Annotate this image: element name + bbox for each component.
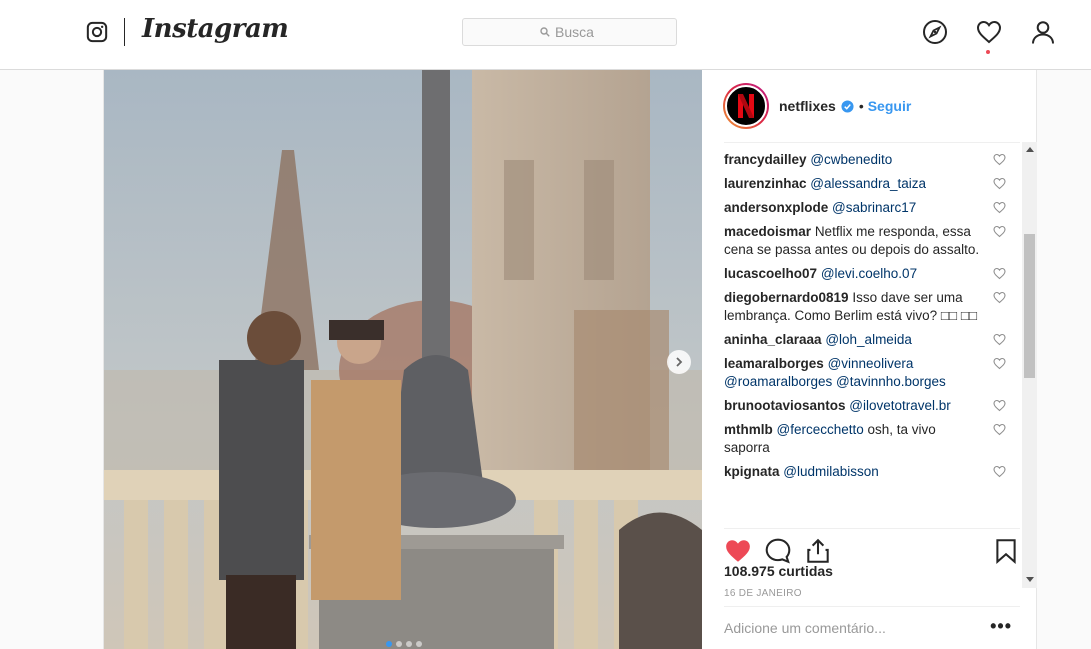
likes-count[interactable]: 108.975 curtidas	[724, 563, 833, 579]
comment-mention[interactable]: @ludmilabisson	[783, 464, 879, 479]
notification-dot	[986, 50, 990, 54]
comment-mention[interactable]: @sabrinarc17	[832, 200, 916, 215]
comment-like-icon[interactable]	[993, 177, 1006, 190]
comment-like-icon[interactable]	[993, 225, 1006, 238]
search-input[interactable]	[555, 24, 599, 40]
comment-icon[interactable]	[764, 537, 792, 565]
comment-mention[interactable]: @fercecchetto	[777, 422, 864, 437]
netflix-logo-icon	[738, 94, 754, 118]
chevron-right-icon	[676, 357, 683, 367]
logo-divider	[124, 18, 125, 46]
carousel-dot	[396, 641, 402, 647]
comment-like-icon[interactable]	[993, 423, 1006, 436]
comment-username[interactable]: mthmlb	[724, 422, 773, 437]
instagram-camera-icon[interactable]	[86, 21, 108, 43]
avatar[interactable]	[725, 85, 767, 127]
search-box[interactable]	[462, 18, 677, 46]
comment-like-icon[interactable]	[993, 357, 1006, 370]
scroll-down-arrow-icon[interactable]	[1026, 577, 1034, 582]
post-actions	[724, 528, 1020, 565]
comment-like-icon[interactable]	[993, 267, 1006, 280]
comment-username[interactable]: kpignata	[724, 464, 780, 479]
account-username[interactable]: netflixes	[779, 98, 836, 114]
story-ring[interactable]	[723, 83, 769, 129]
comment-item: diegobernardo0819 Isso dave ser uma lemb…	[724, 289, 1020, 325]
comment-like-icon[interactable]	[993, 465, 1006, 478]
comment-mention[interactable]: @alessandra_taiza	[810, 176, 926, 191]
comment-like-icon[interactable]	[993, 333, 1006, 346]
comment-username[interactable]: andersonxplode	[724, 200, 828, 215]
comment-item: lucascoelho07 @levi.coelho.07	[724, 265, 1020, 283]
scroll-thumb[interactable]	[1024, 234, 1035, 378]
comments-scrollbar[interactable]	[1022, 142, 1037, 588]
comment-mention[interactable]: @ilovetotravel.br	[849, 398, 951, 413]
search-icon	[540, 27, 550, 37]
comment-item: francydailley @cwbenedito	[724, 151, 1020, 169]
post-header: netflixes • Seguir	[702, 70, 1038, 142]
comment-username[interactable]: macedoismar	[724, 224, 811, 239]
comment-username[interactable]: laurenzinhac	[724, 176, 807, 191]
comment-item: leamaralborges @vinneolivera @roamaralbo…	[724, 355, 1020, 391]
post-container: netflixes • Seguir francydailley @cwbene…	[103, 70, 1037, 649]
comment-item: andersonxplode @sabrinarc17	[724, 199, 1020, 217]
comment-username[interactable]: diegobernardo0819	[724, 290, 849, 305]
share-icon[interactable]	[804, 537, 832, 565]
comment-item: laurenzinhac @alessandra_taiza	[724, 175, 1020, 193]
heart-icon[interactable]	[976, 19, 1002, 45]
comment-username[interactable]: aninha_claraaa	[724, 332, 822, 347]
compass-icon[interactable]	[922, 19, 948, 45]
top-navigation-bar: Instagram	[0, 0, 1091, 70]
comment-item: macedoismar Netflix me responda, essa ce…	[724, 223, 1020, 259]
comment-item: aninha_claraaa @loh_almeida	[724, 331, 1020, 349]
post-sidebar: netflixes • Seguir francydailley @cwbene…	[702, 70, 1038, 649]
comment-mention[interactable]: @tavinnho.borges	[836, 374, 946, 389]
verified-badge-icon	[841, 99, 854, 113]
comment-like-icon[interactable]	[993, 201, 1006, 214]
like-filled-icon[interactable]	[724, 537, 752, 565]
follow-button[interactable]: Seguir	[868, 98, 912, 114]
person-icon[interactable]	[1030, 19, 1056, 45]
bookmark-icon[interactable]	[992, 537, 1020, 565]
comment-item: mthmlb @fercecchetto osh, ta vivo saporr…	[724, 421, 1020, 457]
comment-mention[interactable]: @roamaralborges	[724, 374, 832, 389]
carousel-dot	[406, 641, 412, 647]
comment-like-icon[interactable]	[993, 153, 1006, 166]
comment-username[interactable]: brunootaviosantos	[724, 398, 846, 413]
comment-like-icon[interactable]	[993, 399, 1006, 412]
comment-like-icon[interactable]	[993, 291, 1006, 304]
photo-scene	[104, 70, 702, 649]
comments-list[interactable]: francydailley @cwbenedito laurenzinhac @…	[724, 142, 1020, 588]
instagram-wordmark[interactable]: Instagram	[142, 14, 289, 44]
comment-username[interactable]: leamaralborges	[724, 356, 824, 371]
carousel-next-button[interactable]	[667, 350, 691, 374]
comment-mention[interactable]: @levi.coelho.07	[821, 266, 917, 281]
comment-input[interactable]	[724, 620, 974, 636]
add-comment-bar: •••	[724, 606, 1020, 649]
post-date[interactable]: 16 DE JANEIRO	[724, 588, 802, 599]
comment-item: kpignata @ludmilabisson	[724, 463, 1020, 481]
comment-mention[interactable]: @cwbenedito	[810, 152, 892, 167]
scroll-up-arrow-icon[interactable]	[1026, 147, 1034, 152]
carousel-dot	[416, 641, 422, 647]
comment-mention[interactable]: @vinneolivera	[828, 356, 914, 371]
carousel-indicator	[386, 641, 422, 647]
comment-username[interactable]: francydailley	[724, 152, 807, 167]
comment-username[interactable]: lucascoelho07	[724, 266, 817, 281]
carousel-dot	[386, 641, 392, 647]
comment-item: brunootaviosantos @ilovetotravel.br	[724, 397, 1020, 415]
separator-dot: •	[858, 98, 864, 114]
more-options-button[interactable]: •••	[990, 617, 1012, 635]
post-photo[interactable]	[104, 70, 702, 649]
comment-mention[interactable]: @loh_almeida	[825, 332, 912, 347]
